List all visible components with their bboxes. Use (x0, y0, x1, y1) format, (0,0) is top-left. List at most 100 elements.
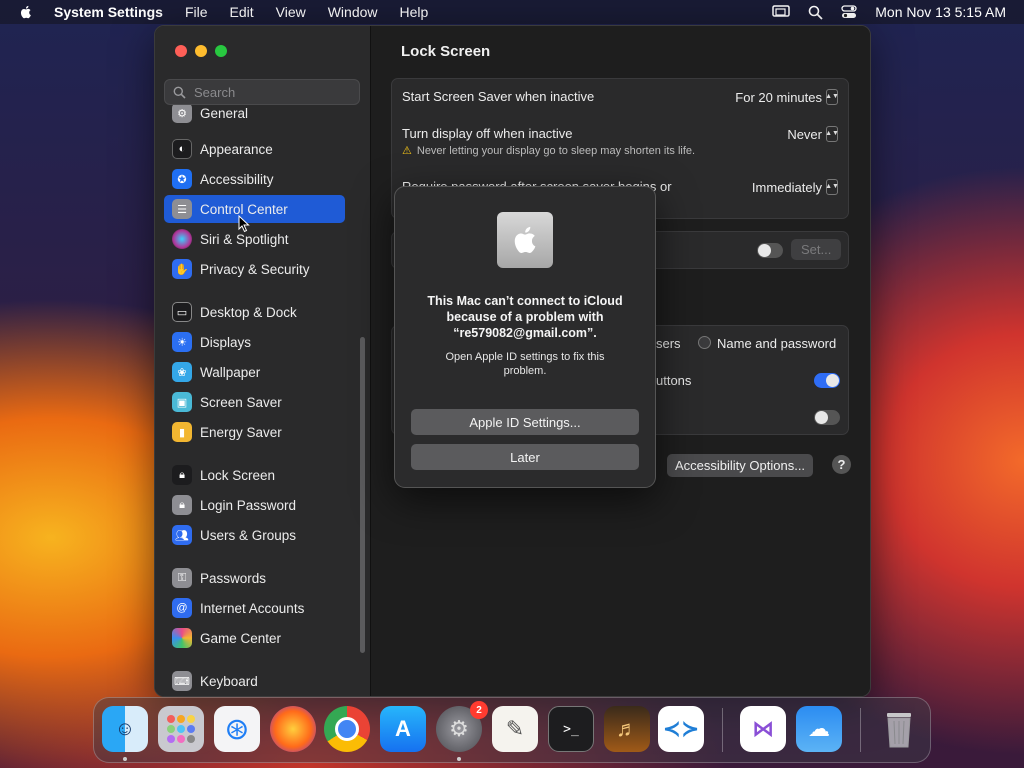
lock-icon: 🔒︎ (172, 465, 192, 485)
zoom-window-button[interactable] (215, 45, 227, 57)
stepper-icon: ▲▼ (825, 89, 839, 105)
stepper-icon: ▲▼ (825, 126, 839, 142)
sidebar-scrollbar[interactable] (360, 337, 365, 653)
sidebar-item-energy-saver[interactable]: ▮ Energy Saver (164, 418, 345, 446)
sidebar-item-label: Keyboard (200, 673, 258, 689)
battery-icon: ▮ (172, 422, 192, 442)
sidebar-item-game-center[interactable]: Game Center (164, 624, 345, 652)
mouse-cursor-icon (238, 215, 250, 233)
window-controls (175, 45, 227, 57)
sidebar-item-passwords[interactable]: ⚿ Passwords (164, 564, 345, 592)
sidebar-item-label: Users & Groups (200, 527, 297, 543)
sidebar-item-internet-accounts[interactable]: @ Internet Accounts (164, 594, 345, 622)
show-message-toggle[interactable] (757, 243, 783, 258)
trash-icon[interactable] (876, 706, 922, 752)
display-off-row: Turn display off when inactive Never ▲▼ … (402, 126, 839, 158)
sidebar-item-desktop-dock[interactable]: ▭ Desktop & Dock (164, 298, 345, 326)
menu-bar: System Settings File Edit View Window He… (0, 0, 1024, 24)
menu-edit[interactable]: Edit (230, 4, 254, 20)
name-password-label: Name and password (717, 336, 837, 351)
menu-window[interactable]: Window (328, 4, 378, 20)
sidebar-item-label: Wallpaper (200, 364, 261, 380)
display-off-warning: ⚠ Never letting your display go to sleep… (402, 144, 838, 158)
vscode-icon[interactable]: ≺≻ (658, 706, 704, 752)
firefox-icon[interactable] (270, 706, 316, 752)
icloud-alert-dialog: This Mac can’t connect to iCloud because… (394, 186, 656, 488)
sidebar-item-control-center[interactable]: ☰ Control Center (164, 195, 345, 223)
sidebar-item-general[interactable]: ⚙ General (164, 105, 345, 127)
sidebar-item-login-password[interactable]: 🔒︎ Login Password (164, 491, 345, 519)
dock-separator (860, 708, 861, 752)
menu-app-name[interactable]: System Settings (54, 4, 163, 20)
sidebar-item-label: Accessibility (200, 171, 274, 187)
chrome-icon[interactable] (324, 706, 370, 752)
screensaver-label: Start Screen Saver when inactive (402, 89, 595, 104)
system-settings-running-indicator (457, 757, 461, 761)
sidebar-item-privacy-security[interactable]: ✋ Privacy & Security (164, 255, 345, 283)
siri-icon (172, 229, 192, 249)
safari-icon[interactable]: ⊛ (214, 706, 260, 752)
dock: ☺ ⊛ A ⚙ 2 ✎ >_ ♬ ≺≻ ⋈ ☁ (93, 697, 931, 763)
power-buttons-toggle[interactable] (814, 373, 840, 388)
terminal-icon[interactable]: >_ (548, 706, 594, 752)
weather-icon[interactable]: ☁ (796, 706, 842, 752)
sidebar-item-label: Siri & Spotlight (200, 231, 289, 247)
minimize-window-button[interactable] (195, 45, 207, 57)
set-message-button[interactable]: Set... (791, 239, 842, 260)
require-password-popup[interactable]: Immediately ▲▼ (752, 179, 839, 195)
close-window-button[interactable] (175, 45, 187, 57)
apple-menu-icon[interactable] (18, 4, 34, 20)
password-hints-toggle[interactable] (814, 410, 840, 425)
textedit-icon[interactable]: ✎ (492, 706, 538, 752)
app-store-icon[interactable]: A (380, 706, 426, 752)
finder-icon[interactable]: ☺ (102, 706, 148, 752)
menu-help[interactable]: Help (400, 4, 429, 20)
warning-icon: ⚠ (402, 145, 412, 157)
accessibility-options-button[interactable]: Accessibility Options... (667, 454, 814, 477)
sidebar-item-label: Displays (200, 334, 252, 350)
display-off-label: Turn display off when inactive (402, 126, 573, 141)
name-password-radio[interactable] (698, 336, 711, 349)
launchpad-icon[interactable] (158, 706, 204, 752)
finder-running-indicator (123, 757, 127, 761)
sidebar-item-wallpaper[interactable]: ❀ Wallpaper (164, 358, 345, 386)
search-icon (173, 86, 186, 99)
hand-icon: ✋ (172, 259, 192, 279)
menu-file[interactable]: File (185, 4, 208, 20)
game-center-icon (172, 628, 192, 648)
sidebar-item-label: Login Password (200, 497, 297, 513)
later-button[interactable]: Later (411, 444, 639, 470)
sidebar-item-label: Lock Screen (200, 467, 276, 483)
system-settings-icon[interactable]: ⚙ 2 (436, 701, 488, 752)
sidebar-search[interactable] (164, 79, 360, 105)
sidebar-item-users-groups[interactable]: 👥︎ Users & Groups (164, 521, 345, 549)
help-button[interactable]: ? (832, 455, 851, 474)
screen-mirroring-icon[interactable] (772, 5, 790, 19)
apple-logo-icon (497, 212, 553, 268)
control-center-toggle-icon[interactable] (841, 5, 857, 19)
page-title: Lock Screen (401, 43, 491, 60)
apple-id-settings-button[interactable]: Apple ID Settings... (411, 409, 639, 435)
key-icon: ⚿ (172, 568, 192, 588)
display-off-popup[interactable]: Never ▲▼ (787, 126, 839, 142)
sidebar-item-label: Energy Saver (200, 424, 282, 440)
screensaver-icon: ▣ (172, 392, 192, 412)
sidebar-item-siri-spotlight[interactable]: Siri & Spotlight (164, 225, 345, 253)
screensaver-popup[interactable]: For 20 minutes ▲▼ (735, 89, 839, 105)
sidebar-item-appearance[interactable]: ◐ Appearance (164, 135, 345, 163)
sidebar-item-accessibility[interactable]: ✪ Accessibility (164, 165, 345, 193)
menu-view[interactable]: View (276, 4, 306, 20)
sidebar-item-label: Desktop & Dock (200, 304, 297, 320)
dock-icon: ▭ (172, 302, 192, 322)
garageband-icon[interactable]: ♬ (604, 706, 650, 752)
spotlight-search-icon[interactable] (808, 5, 823, 20)
sidebar-item-keyboard[interactable]: ⌨ Keyboard (164, 667, 345, 695)
sidebar-item-lock-screen[interactable]: 🔒︎ Lock Screen (164, 461, 345, 489)
accessibility-icon: ✪ (172, 169, 192, 189)
sidebar-item-screen-saver[interactable]: ▣ Screen Saver (164, 388, 345, 416)
menubar-clock[interactable]: Mon Nov 13 5:15 AM (875, 4, 1006, 20)
visual-studio-icon[interactable]: ⋈ (740, 706, 786, 752)
search-input[interactable] (192, 83, 356, 101)
sidebar-item-displays[interactable]: ☀ Displays (164, 328, 345, 356)
display-off-value: Never (787, 126, 822, 142)
